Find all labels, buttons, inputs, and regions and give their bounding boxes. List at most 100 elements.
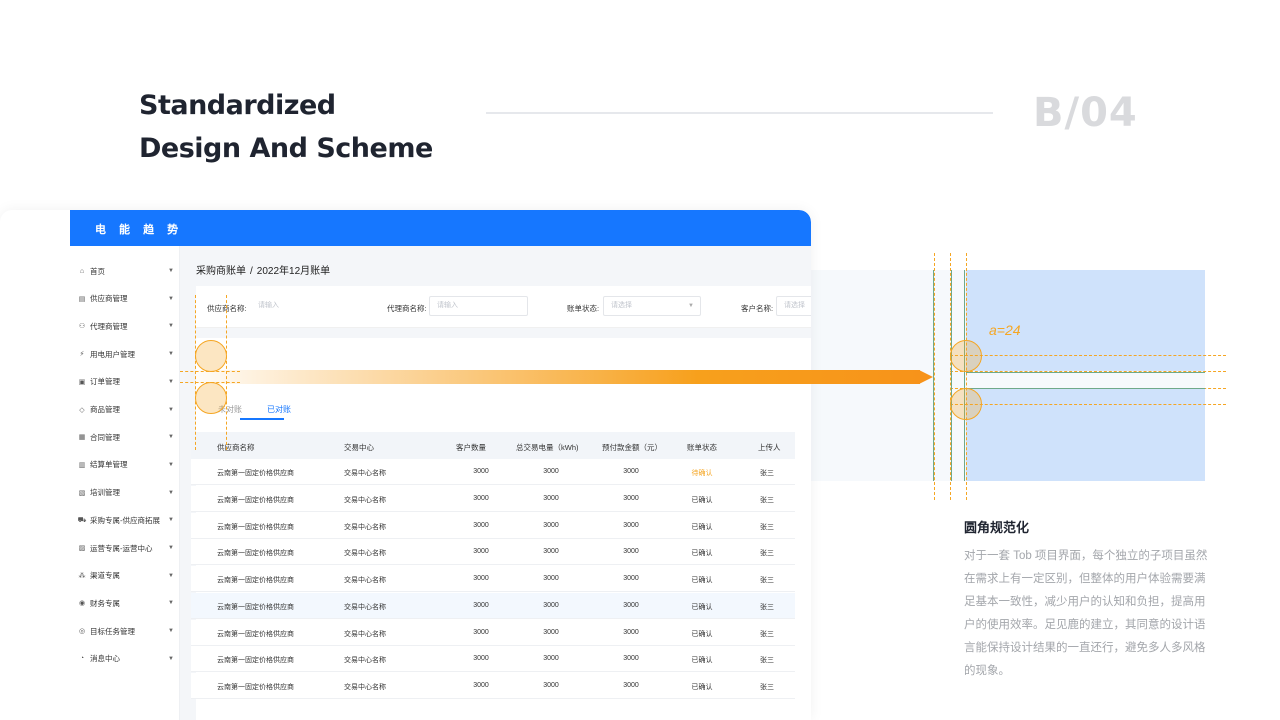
breadcrumb-parent[interactable]: 采购商账单 — [196, 266, 246, 277]
table-row[interactable]: 云南第一固定价格供应商 交易中心名称 3000 3000 3000 已确认 张三 — [191, 566, 795, 592]
table-cell: 3000 — [623, 468, 639, 475]
table-cell: 交易中心名称 — [344, 523, 386, 531]
table-cell: 3000 — [473, 655, 489, 663]
radius-marker-circle — [950, 388, 982, 420]
table-cell: 云南第一固定价格供应商 — [217, 496, 294, 504]
table-cell: 3000 — [623, 521, 639, 529]
sidebar-item-label: 订单管理 — [90, 377, 120, 387]
chevron-down-icon: ▼ — [168, 323, 174, 330]
table-cell: 3000 — [623, 494, 639, 502]
sidebar-item-label: 商品管理 — [90, 405, 120, 414]
sidebar-item[interactable]: ▥ 结算单管理 ▼ — [78, 458, 174, 472]
table-cell: 交易中心名称 — [344, 630, 386, 638]
sidebar-item[interactable]: ⚇ 代理商管理 ▼ — [78, 319, 174, 333]
column-header: 上传人 — [758, 443, 781, 452]
table-cell: 张三 — [760, 630, 774, 638]
table-cell: 3000 — [473, 521, 489, 529]
sidebar-item[interactable]: ▦ 合同管理 ▼ — [78, 430, 174, 444]
contract-icon: ▦ — [78, 434, 86, 442]
table-cell: 云南第一固定价格供应商 — [217, 684, 294, 691]
column-header: 账单状态 — [687, 443, 717, 452]
sidebar-item[interactable]: ▨ 运营专属-运营中心 ▼ — [78, 541, 174, 555]
table-cell: 云南第一固定价格供应商 — [217, 523, 294, 531]
table-cell: 3000 — [473, 575, 489, 582]
chevron-down-icon: ▼ — [688, 303, 694, 309]
cart-icon: ⛟ — [77, 516, 87, 524]
sidebar-item[interactable]: ⛟ 采购专属-供应商拓展 ▼ — [78, 513, 174, 527]
chart-icon: ▨ — [78, 545, 86, 552]
radius-illustration-gap — [966, 371, 1205, 389]
table-cell: 3000 — [473, 628, 489, 636]
table-row[interactable]: 云南第一固定价格供应商 交易中心名称 3000 3000 3000 已确认 张三 — [191, 512, 795, 539]
table-cell: 张三 — [760, 496, 774, 504]
guide-line-vertical — [934, 253, 935, 500]
target-icon: ◎ — [78, 628, 86, 636]
supplier-name-input[interactable]: 请输入 — [250, 296, 370, 316]
sidebar-item-label: 结算单管理 — [90, 460, 128, 470]
radius-marker-circle — [195, 340, 227, 372]
sidebar-item-label: 合同管理 — [90, 432, 120, 442]
table-cell: 3000 — [623, 628, 639, 636]
guide-line-green — [933, 270, 934, 481]
agent-name-label: 代理商名称: — [387, 304, 427, 313]
sidebar-item[interactable]: ◎ 目标任务管理 ▼ — [78, 624, 174, 638]
tag-icon: ◇ — [79, 406, 85, 414]
sidebar-item[interactable]: ⁂ 渠道专属 ▼ — [78, 569, 175, 583]
table-row[interactable]: 云南第一固定价格供应商 交易中心名称 3000 3000 3000 待确认 张三 — [191, 459, 795, 485]
chevron-down-icon: ▼ — [168, 600, 174, 607]
table-cell: 3000 — [543, 682, 559, 689]
header-divider — [486, 112, 993, 114]
table-cell: 3000 — [473, 548, 489, 556]
table-cell: 3000 — [473, 601, 489, 609]
table-cell: 张三 — [760, 523, 774, 531]
table-row[interactable]: 云南第一固定价格供应商 交易中心名称 3000 3000 3000 已确认 张三 — [191, 592, 795, 619]
table-cell: 云南第一固定价格供应商 — [217, 470, 294, 477]
table-cell: 云南第一固定价格供应商 — [217, 603, 294, 611]
chevron-down-icon: ▼ — [168, 517, 174, 524]
sidebar-item[interactable]: ◇ 商品管理 ▼ — [78, 403, 174, 417]
sidebar-item[interactable]: ▤ 供应商管理 ▼ — [78, 292, 174, 306]
table-cell: 交易中心名称 — [344, 496, 386, 504]
table-cell: 云南第一固定价格供应商 — [217, 577, 294, 584]
agent-name-input[interactable]: 请输入 — [429, 296, 528, 316]
radius-value-label: a=24 — [989, 322, 1021, 338]
table-row[interactable]: 云南第一固定价格供应商 交易中心名称 3000 3000 3000 已确认 张三 — [191, 485, 795, 512]
table-cell: 3000 — [543, 468, 559, 475]
page-code: B/04 — [1033, 90, 1138, 136]
table-row[interactable]: 云南第一固定价格供应商 交易中心名称 3000 3000 3000 已确认 张三 — [191, 619, 795, 646]
section-description: 对于一套 Tob 项目界面，每个独立的子项目虽然在需求上有一定区别，但整体的用户… — [964, 550, 1208, 677]
sidebar-item-label: 采购专属-供应商拓展 — [90, 515, 160, 525]
sidebar-item-label: 代理商管理 — [90, 321, 128, 331]
table-header: 供应商名称 交易中心 客户数量 总交易电量（kWh) 预付款金额（元） 账单状态… — [191, 432, 795, 459]
sidebar-item[interactable]: ◔ 消息中心 ▼ — [78, 652, 174, 666]
table-row[interactable]: 云南第一固定价格供应商 交易中心名称 3000 3000 3000 已确认 张三 — [191, 646, 795, 673]
table-cell: 3000 — [543, 521, 559, 529]
table-cell: 3000 — [543, 494, 559, 502]
active-tab-underline — [240, 418, 284, 420]
finance-icon: ◉ — [78, 600, 86, 608]
bill-status-select[interactable]: 请选择 ▼ — [603, 296, 701, 316]
table-row[interactable]: 云南第一固定价格供应商 交易中心名称 3000 3000 3000 已确认 张三 — [191, 539, 795, 566]
tab-reconciled[interactable]: 已对账 — [267, 404, 291, 415]
sidebar-item[interactable]: ◉ 财务专属 ▼ — [78, 596, 174, 610]
sidebar-item[interactable]: ⚡ 用电用户管理 ▼ — [78, 347, 174, 361]
sidebar-item[interactable]: ▣ 订单管理 ▼ — [78, 375, 174, 389]
sidebar-item[interactable]: ▧ 培训管理 ▼ — [78, 486, 174, 500]
table-cell: 已确认 — [691, 523, 713, 531]
chevron-down-icon: ▼ — [168, 295, 174, 302]
breadcrumb-separator: / — [250, 266, 253, 277]
radius-marker-circle — [950, 340, 982, 372]
table-cell: 交易中心名称 — [344, 603, 386, 611]
document-icon: ▣ — [78, 378, 86, 386]
user-icon: ⚇ — [78, 323, 86, 331]
table-cell: 3000 — [543, 601, 559, 609]
invoice-icon: ▥ — [78, 461, 86, 469]
table-cell: 已确认 — [691, 630, 713, 638]
chevron-down-icon: ▼ — [168, 655, 174, 662]
customer-name-select[interactable]: 请选择 — [776, 296, 811, 316]
sidebar-item[interactable]: ⌂ 首页 ▼ — [78, 264, 174, 278]
top-navbar: 电 能 趋 势 — [70, 210, 811, 246]
table-row[interactable]: 云南第一固定价格供应商 交易中心名称 3000 3000 3000 已确认 张三 — [191, 673, 795, 699]
sidebar-item-label: 供应商管理 — [90, 294, 128, 304]
chevron-down-icon: ▼ — [168, 268, 174, 274]
